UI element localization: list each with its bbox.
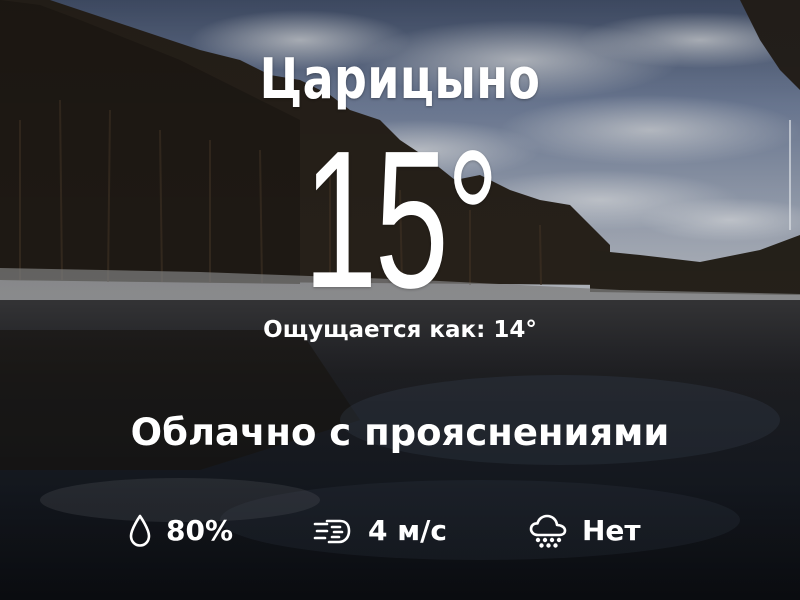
humidity-stat: 80%	[128, 506, 233, 556]
weather-stats-row: 80% 4 м/с Нет	[0, 506, 800, 556]
humidity-value: 80%	[166, 514, 234, 547]
wind-icon	[312, 515, 354, 547]
cloud-hail-icon	[528, 513, 568, 549]
precipitation-stat: Нет	[528, 506, 641, 556]
raindrop-icon	[128, 514, 152, 548]
location-title: Царицыно	[259, 47, 541, 112]
wind-value: 4 м/с	[368, 514, 447, 547]
precipitation-value: Нет	[582, 514, 641, 547]
feels-like-text: Ощущается как: 14°	[263, 317, 537, 343]
weather-condition: Облачно с прояснениями	[130, 411, 670, 454]
wind-stat: 4 м/с	[312, 506, 447, 556]
weather-screen: Царицыно 15° Ощущается как: 14° Облачно …	[0, 0, 800, 600]
current-temperature: 15°	[303, 110, 499, 329]
